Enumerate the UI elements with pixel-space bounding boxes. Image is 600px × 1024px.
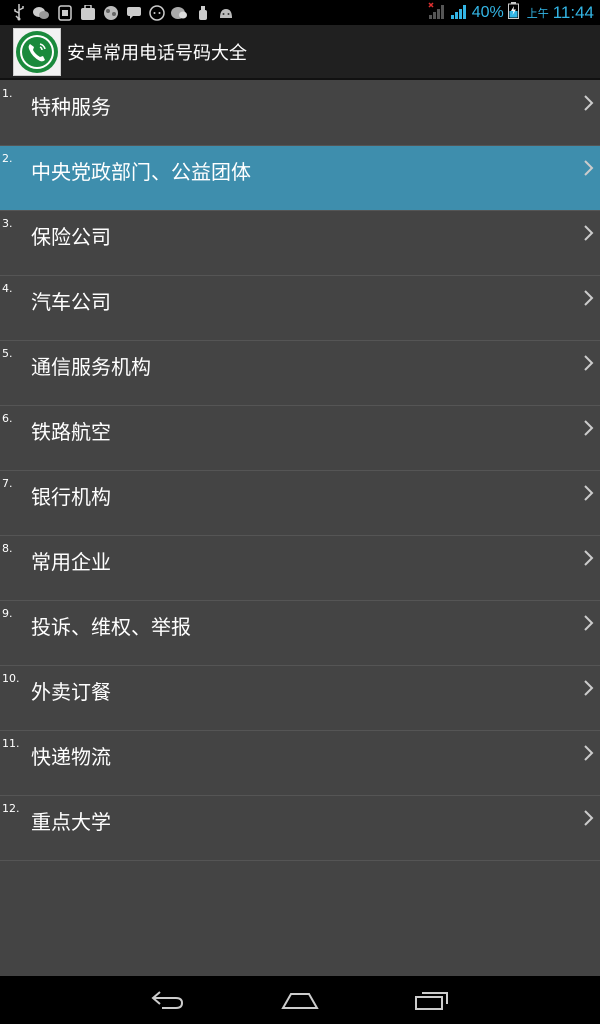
chevron-right-icon — [584, 550, 594, 566]
notification-icons — [10, 4, 234, 21]
chevron-right-icon — [584, 810, 594, 826]
chevron-right-icon — [584, 485, 594, 501]
item-number: 3. — [2, 217, 13, 230]
item-number: 2. — [2, 152, 13, 165]
game-icon — [102, 4, 119, 21]
item-label: 铁路航空 — [31, 420, 111, 444]
wifi-signal-icon — [450, 2, 468, 24]
chevron-right-icon — [584, 615, 594, 631]
item-number: 10. — [2, 672, 20, 685]
item-label: 通信服务机构 — [31, 355, 151, 379]
chevron-right-icon — [584, 95, 594, 111]
item-label: 中央党政部门、公益团体 — [31, 160, 251, 184]
chevron-right-icon — [584, 160, 594, 176]
item-label: 投诉、维权、举报 — [31, 615, 191, 639]
list-item[interactable]: 10. 外卖订餐 — [0, 666, 600, 731]
item-label: 汽车公司 — [31, 290, 111, 314]
battery-icon — [507, 2, 519, 23]
list-item[interactable]: 9. 投诉、维权、举报 — [0, 601, 600, 666]
item-number: 12. — [2, 802, 20, 815]
back-button[interactable] — [147, 985, 189, 1015]
recent-apps-button[interactable] — [411, 985, 453, 1015]
sim-icon — [56, 4, 73, 21]
app-phone-icon[interactable] — [13, 27, 61, 76]
wechat-alt-icon — [171, 4, 188, 21]
list-item[interactable]: 6. 铁路航空 — [0, 406, 600, 471]
app-store-icon — [79, 4, 96, 21]
list-item[interactable]: 12. 重点大学 — [0, 796, 600, 861]
category-list: 1. 特种服务 2. 中央党政部门、公益团体 3. 保险公司 4. 汽车公司 5. 通信服务机构 6… — [0, 81, 600, 861]
usb-icon — [10, 4, 27, 21]
list-item[interactable]: 3. 保险公司 — [0, 211, 600, 276]
item-number: 6. — [2, 412, 13, 425]
chat-icon — [148, 4, 165, 21]
back-arrow-icon — [151, 991, 184, 1009]
wechat-icon — [33, 4, 50, 21]
android-icon — [217, 4, 234, 21]
chevron-right-icon — [584, 355, 594, 371]
list-item[interactable]: 8. 常用企业 — [0, 536, 600, 601]
battery-percent: 40% — [471, 3, 504, 21]
item-label: 银行机构 — [31, 485, 111, 509]
item-number: 11. — [2, 737, 20, 750]
item-label: 外卖订餐 — [31, 680, 111, 704]
item-label: 特种服务 — [31, 95, 111, 119]
item-number: 9. — [2, 607, 13, 620]
chevron-right-icon — [584, 745, 594, 761]
item-label: 重点大学 — [31, 810, 111, 834]
chevron-right-icon — [584, 225, 594, 241]
recent-apps-icon — [415, 992, 448, 1010]
list-item[interactable]: 2. 中央党政部门、公益团体 — [0, 146, 600, 211]
app-title: 安卓常用电话号码大全 — [67, 42, 247, 64]
cleaner-icon — [194, 4, 211, 21]
item-label: 快递物流 — [31, 745, 111, 769]
list-item[interactable]: 5. 通信服务机构 — [0, 341, 600, 406]
item-number: 4. — [2, 282, 13, 295]
list-item[interactable]: 11. 快递物流 — [0, 731, 600, 796]
list-item[interactable]: 7. 银行机构 — [0, 471, 600, 536]
message-icon — [125, 4, 142, 21]
list-item[interactable]: 4. 汽车公司 — [0, 276, 600, 341]
clock-ampm: 上午 — [526, 6, 549, 20]
item-number: 1. — [2, 87, 13, 100]
item-label: 保险公司 — [31, 225, 111, 249]
home-icon — [281, 993, 319, 1009]
item-number: 8. — [2, 542, 13, 555]
navigation-bar — [0, 976, 600, 1024]
chevron-right-icon — [584, 680, 594, 696]
item-number: 7. — [2, 477, 13, 490]
item-number: 5. — [2, 347, 13, 360]
chevron-right-icon — [584, 420, 594, 436]
home-button[interactable] — [279, 985, 321, 1015]
list-item[interactable]: 1. 特种服务 — [0, 81, 600, 146]
item-label: 常用企业 — [31, 550, 111, 574]
action-bar: 安卓常用电话号码大全 — [0, 25, 600, 80]
no-data-signal-icon — [428, 1, 446, 24]
status-bar: 40% 上午 11:44 — [0, 0, 600, 25]
chevron-right-icon — [584, 290, 594, 306]
clock: 11:44 — [552, 2, 594, 22]
status-right: 40% 上午 11:44 — [428, 1, 594, 24]
